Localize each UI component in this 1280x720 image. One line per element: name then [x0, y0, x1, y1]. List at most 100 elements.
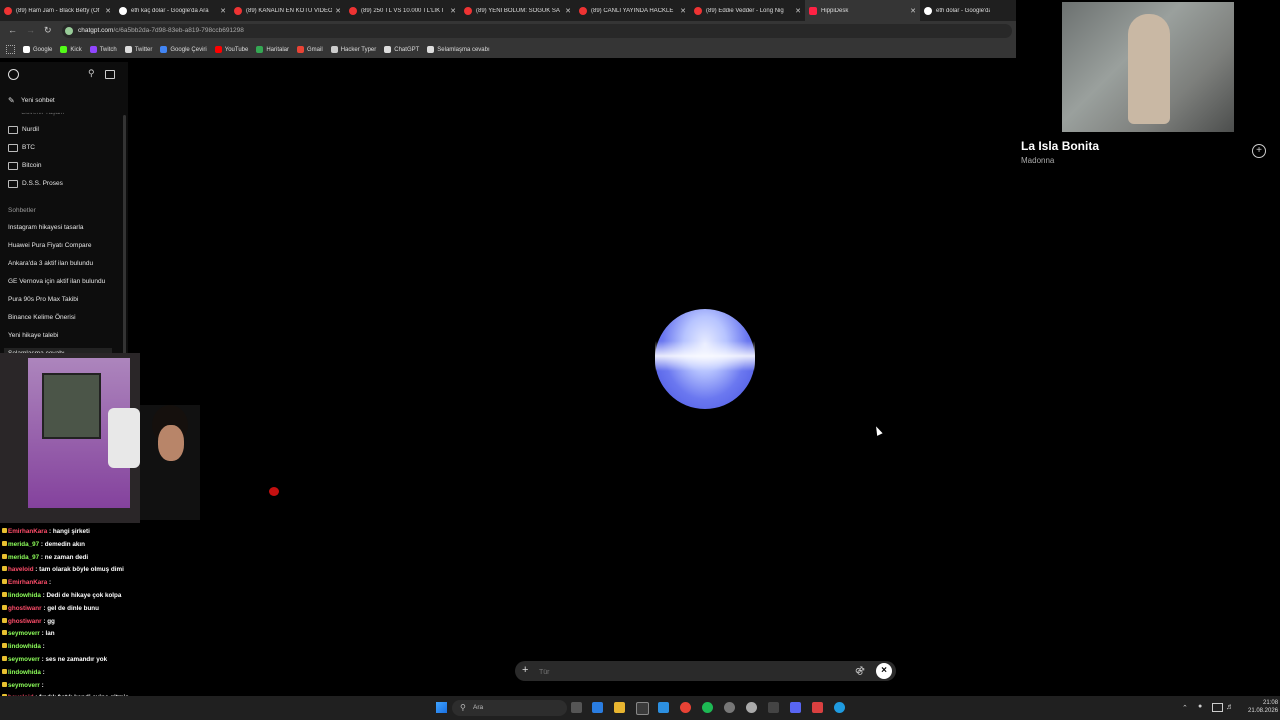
song-title[interactable]: La Isla Bonita [1021, 139, 1099, 153]
bookmark[interactable]: ChatGPT [384, 46, 419, 53]
chat-text: demedin akın [44, 540, 86, 548]
sidebar-folder-dss[interactable]: D.S.S. Proses [22, 180, 63, 187]
site-info-icon[interactable] [65, 27, 73, 35]
chat-username[interactable]: EmirhanKara [8, 528, 47, 535]
sidebar-folder-nurdil[interactable]: Nurdil [22, 126, 39, 133]
chat-badge-icon [2, 681, 7, 687]
chat-username[interactable]: merida_97 [8, 554, 39, 561]
tab[interactable]: (89) Eddie Vedder - Long Nig ✕ [690, 0, 805, 21]
add-attachment-icon[interactable]: + [522, 664, 528, 676]
close-tab-icon[interactable]: ✕ [565, 7, 571, 15]
close-tab-icon[interactable]: ✕ [910, 7, 916, 15]
back-icon[interactable]: ← [8, 25, 17, 35]
bookmark[interactable]: Haritalar [256, 46, 289, 53]
taskbar-search[interactable]: ⚲ Ara [452, 700, 567, 716]
store-icon[interactable] [636, 702, 649, 715]
chat-item[interactable]: Huawei Pura Fiyatı Compare [8, 242, 91, 249]
bookmark-label: Haritalar [266, 46, 290, 53]
sidebar-folder-btc[interactable]: BTC [22, 144, 35, 151]
discord-icon[interactable] [790, 702, 801, 713]
start-icon[interactable] [436, 702, 447, 713]
tray-chevron-icon[interactable]: ⌃ [1182, 704, 1188, 712]
url-host: chatgpt.com [78, 27, 114, 34]
chat-item[interactable]: Yeni hikaye talebi [8, 332, 58, 339]
bookmark[interactable]: Google Çeviri [160, 46, 207, 53]
prompt-input[interactable] [537, 664, 841, 680]
chrome-icon[interactable] [680, 702, 691, 713]
close-tab-icon[interactable]: ✕ [450, 7, 456, 15]
song-artist[interactable]: Madonna [1021, 156, 1054, 165]
bookmark[interactable]: Twitch [89, 46, 117, 53]
chat-item[interactable]: Binance Kelime Önerisi [8, 314, 76, 321]
sidebar-folder-bitcoin[interactable]: Bitcoin [22, 162, 42, 169]
volume-icon[interactable]: ♬ [1226, 702, 1234, 711]
close-voice-button[interactable]: × [876, 663, 892, 679]
app-icon[interactable] [812, 702, 823, 713]
chat-username[interactable]: lindowhida [8, 592, 41, 599]
tab[interactable]: HippiDesk ✕ [805, 0, 920, 21]
chat-username[interactable]: seymoverr [8, 682, 40, 689]
youtube-icon [234, 6, 242, 15]
close-tab-icon[interactable]: ✕ [220, 7, 226, 15]
chat-username[interactable]: lindowhida [8, 669, 41, 676]
mic-icon[interactable]: ● [1198, 703, 1202, 710]
bookmark[interactable]: Selamlaşma cevabı [427, 46, 490, 53]
tab[interactable]: (89) YENİ BÖLÜM: SOĞUK SA ✕ [460, 0, 575, 21]
chat-username[interactable]: seymoverr [8, 656, 40, 663]
add-to-library-button[interactable]: + [1252, 144, 1266, 158]
tab[interactable]: eth kaç dolar - Google'da Ara ✕ [115, 0, 230, 21]
bookmark[interactable]: Twitter [124, 46, 152, 53]
close-tab-icon[interactable]: ✕ [335, 7, 341, 15]
chat-badge-icon [2, 630, 7, 636]
chat-item[interactable]: Ankara'da 3 aktif ilan bulundu [8, 260, 93, 267]
close-tab-icon[interactable]: ✕ [680, 7, 686, 15]
chat-item[interactable]: Instagram hikayesi tasarla [8, 224, 84, 231]
sidebar-toggle-icon[interactable] [105, 70, 115, 79]
spotify-icon[interactable] [702, 702, 713, 713]
edge-icon[interactable] [834, 702, 845, 713]
bookmark[interactable]: Hacker Typer [330, 46, 376, 53]
mic-muted-icon[interactable]: ⚣ [855, 665, 865, 676]
chat-item[interactable]: Pura 90s Pro Max Takibi [8, 296, 78, 303]
copilot-icon[interactable] [592, 702, 603, 713]
apps-grid-icon[interactable] [6, 45, 15, 54]
bookmark[interactable]: Kick [60, 46, 82, 53]
tab[interactable]: (89) CANLI YAYINDA HACKLE ✕ [575, 0, 690, 21]
forward-icon[interactable]: → [26, 25, 35, 35]
search-icon[interactable]: ⚲ [88, 68, 95, 79]
bookmark[interactable]: YouTube [214, 46, 248, 53]
chat-username[interactable]: merida_97 [8, 541, 39, 548]
settings-icon[interactable] [724, 702, 735, 713]
chatgpt-logo-icon[interactable] [8, 69, 19, 80]
close-tab-icon[interactable]: ✕ [795, 7, 801, 15]
chat-message: seymoverr : ses ne zamandır yok [2, 656, 107, 663]
taskbar-clock[interactable]: 21:08 21.08.2026 [1248, 699, 1278, 715]
tab[interactable]: eth dolar - Google'da A [920, 0, 994, 21]
url-bar[interactable]: chatgpt.com/c/6a5bb2da-7d98-83eb-a819-79… [62, 24, 1012, 38]
chat-badge-icon [2, 528, 7, 533]
chat-username[interactable]: haveloid [8, 566, 34, 573]
new-chat-button[interactable]: Yeni sohbet [21, 97, 55, 104]
close-tab-icon[interactable]: ✕ [105, 7, 111, 15]
bookmark[interactable]: Google [23, 46, 52, 53]
reload-icon[interactable]: ↻ [44, 25, 52, 36]
chat-username[interactable]: ghostiwanr [8, 618, 42, 625]
bookmark[interactable]: Gmail [297, 46, 323, 53]
tab[interactable]: (89) 250 TL VS 10.000 TL'LİK İ ✕ [345, 0, 460, 21]
hippidesk-icon [809, 6, 817, 15]
network-icon[interactable] [1212, 703, 1223, 712]
chat-username[interactable]: seymoverr [8, 630, 40, 637]
chat-username[interactable]: ghostiwanr [8, 605, 42, 612]
chat-item[interactable]: GE Vernova için aktif ilan bulundu [8, 278, 105, 285]
chat-username[interactable]: EmirhanKara [8, 579, 47, 586]
terminal-icon[interactable] [768, 702, 779, 713]
task-view-icon[interactable] [571, 702, 582, 713]
tab[interactable]: (89) Ram Jam - Black Betty (Of ✕ [0, 0, 115, 21]
file-explorer-icon[interactable] [614, 702, 625, 713]
sidebar-scrollbar[interactable] [123, 115, 126, 355]
chat-username[interactable]: lindowhida [8, 643, 41, 650]
tab[interactable]: (89) KANALIN EN KÖTÜ VİDEO ✕ [230, 0, 345, 21]
chatgpt-app-icon[interactable] [746, 702, 757, 713]
outlook-icon[interactable] [658, 702, 669, 713]
sidebar-item-partial[interactable]: Güvenli Yaşam [21, 113, 64, 116]
